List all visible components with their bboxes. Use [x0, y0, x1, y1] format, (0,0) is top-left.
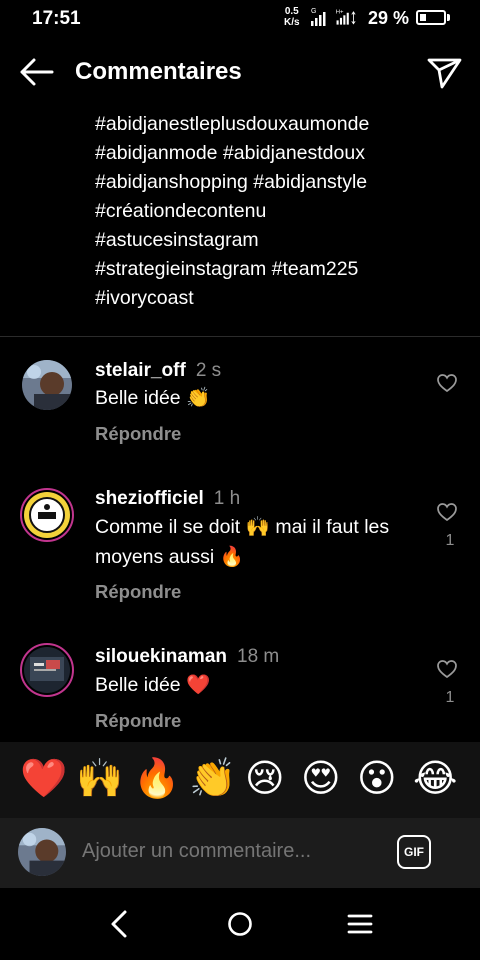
comment-username[interactable]: silouekinaman 18 m	[95, 646, 279, 668]
post-caption: #abidjanestleplusdouxaumonde #abidjanmod…	[95, 110, 369, 313]
avatar[interactable]	[20, 643, 74, 697]
comment-line: Comme il se doit 🙌 mai il faut les	[95, 516, 390, 538]
reply-button[interactable]: Répondre	[95, 581, 181, 603]
avatar-photo	[22, 360, 72, 410]
caption-line: #abidjanmode #abidjanestdoux	[95, 142, 365, 164]
emoji-bar: ❤️ 🙌 🔥 👏 😢 😍 😮 😂	[0, 742, 480, 818]
emoji-heart-eyes-button[interactable]: 😍	[301, 756, 341, 802]
arrow-left-icon[interactable]	[16, 54, 56, 90]
paper-plane-icon[interactable]	[424, 54, 464, 90]
battery-icon	[416, 10, 446, 25]
emoji-raised-hands-button[interactable]: 🙌	[76, 756, 123, 802]
signal-g-icon: G	[311, 8, 326, 26]
caption-line: #ivorycoast	[95, 287, 194, 309]
caption-line: #abidjanestleplusdouxaumonde	[95, 113, 370, 135]
caption-line: #abidjanshopping #abidjanstyle	[95, 171, 368, 193]
comment-line: moyens aussi 🔥	[95, 546, 244, 568]
avatar-inner	[24, 647, 70, 693]
comment-input-bar: GIF	[0, 818, 480, 888]
status-time: 17:51	[32, 8, 81, 29]
network-speed: 0.5 K/s	[284, 6, 300, 28]
comment-line: Belle idée ❤️	[95, 674, 211, 696]
speed-unit: K/s	[284, 17, 300, 28]
comment-username[interactable]: stelair_off 2 s	[95, 360, 221, 382]
system-nav-bar	[0, 888, 480, 960]
emoji-heart-button[interactable]: ❤️	[20, 756, 67, 802]
avatar-photo	[18, 828, 66, 876]
network-g-label: G	[311, 8, 316, 15]
emoji-clap-button[interactable]: 👏	[189, 756, 236, 802]
page-title: Commentaires	[75, 58, 242, 85]
emoji-cry-button[interactable]: 😢	[245, 756, 285, 802]
header: Commentaires	[0, 42, 480, 102]
comment-time: 2 s	[195, 360, 222, 381]
caption-line: #créationdecontenu	[95, 200, 267, 222]
status-bar: 17:51 0.5 K/s G H+ 29 %	[0, 0, 480, 38]
comment-text: Belle idée ❤️	[95, 670, 425, 700]
comment-line: Belle idée 👏	[95, 387, 211, 409]
comment-time: 1 h	[213, 488, 241, 509]
comment-username[interactable]: sheziofficiel 1 h	[95, 488, 240, 510]
heart-outline-icon[interactable]	[436, 659, 458, 679]
comment-time: 18 m	[237, 646, 280, 667]
username[interactable]: stelair_off	[95, 360, 186, 381]
comment-text: Comme il se doit 🙌 mai il faut les moyen…	[95, 512, 425, 572]
avatar-photo	[24, 647, 70, 693]
chevron-left-icon[interactable]	[98, 902, 142, 946]
circle-icon[interactable]	[218, 902, 262, 946]
network-h-label: H+	[336, 10, 344, 16]
avatar[interactable]	[22, 360, 72, 410]
battery-percent: 29 %	[368, 8, 410, 28]
avatar[interactable]	[20, 488, 74, 542]
divider	[0, 336, 480, 337]
emoji-fire-button[interactable]: 🔥	[133, 756, 180, 802]
caption-line: #astucesinstagram	[95, 229, 259, 251]
battery-tip	[447, 14, 450, 21]
emoji-surprised-button[interactable]: 😮	[357, 756, 397, 802]
menu-icon[interactable]	[338, 902, 382, 946]
like-count: 1	[445, 532, 455, 549]
like-count: 1	[445, 689, 455, 706]
reply-button[interactable]: Répondre	[95, 710, 181, 732]
speed-value: 0.5	[284, 6, 299, 17]
username[interactable]: silouekinaman	[95, 646, 227, 667]
signal-h-icon: H+	[336, 10, 356, 25]
avatar-logo	[24, 492, 70, 538]
gif-button[interactable]: GIF	[397, 835, 431, 869]
heart-outline-icon[interactable]	[436, 502, 458, 522]
caption-line: #strategieinstagram #team225	[95, 258, 359, 280]
heart-outline-icon[interactable]	[436, 373, 458, 393]
reply-button[interactable]: Répondre	[95, 423, 181, 445]
emoji-laugh-button[interactable]: 😂	[413, 756, 457, 802]
comment-input[interactable]	[82, 840, 362, 863]
battery-level	[420, 14, 426, 21]
username[interactable]: sheziofficiel	[95, 488, 204, 509]
avatar	[18, 828, 66, 876]
avatar-inner	[24, 492, 70, 538]
comment-text: Belle idée 👏	[95, 383, 425, 413]
